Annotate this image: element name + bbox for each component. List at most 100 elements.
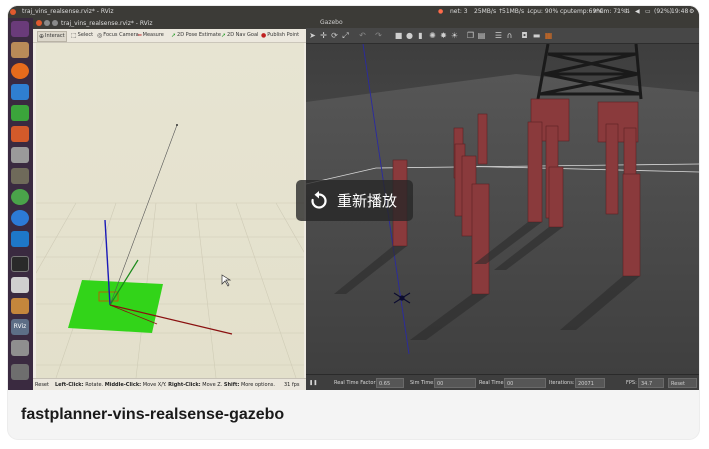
video-card[interactable]: traj_vins_realsense.rviz* - RViz ● net: … (8, 6, 699, 439)
copy-icon[interactable]: ❐ (466, 31, 475, 40)
wifi-icon[interactable]: ♡ (615, 6, 620, 18)
rviz-maximize-icon[interactable] (52, 20, 58, 26)
network-icon: ● (438, 8, 444, 15)
screenshot-icon[interactable]: ◘ (520, 31, 529, 40)
status-battery: (92%) (654, 8, 673, 15)
writer-icon[interactable] (11, 84, 29, 100)
tool-focus-camera[interactable]: ◎ Focus Camera (97, 31, 139, 40)
align-icon[interactable]: ☰ (494, 31, 503, 40)
rviz-close-icon[interactable] (36, 20, 42, 26)
ubuntu-logo-icon[interactable] (11, 21, 29, 37)
point-light-icon[interactable]: ✺ (428, 31, 437, 40)
keyboard-icon[interactable]: ⇅ (625, 6, 630, 18)
impress-icon[interactable] (11, 126, 29, 142)
rtf-label: Real Time Factor: (334, 380, 378, 386)
text-editor-icon[interactable] (11, 277, 29, 293)
calc-icon[interactable] (11, 105, 29, 121)
tool-measure[interactable]: ━ Measure (138, 31, 164, 40)
rotate-icon[interactable]: ⟳ (330, 31, 339, 40)
iterations-label: Iterations: (549, 380, 575, 386)
status-net: net: 3 (450, 8, 468, 15)
tool-select[interactable]: ⬚ Select (71, 31, 93, 40)
tool-interact[interactable]: ⊕ Interact (37, 31, 67, 42)
replay-icon (311, 190, 327, 209)
sphere-shape-icon[interactable]: ● (405, 31, 414, 40)
undo-icon[interactable]: ↶ (358, 31, 367, 40)
rviz-launcher-label: RViz (13, 323, 27, 330)
gazebo-status-bar: ❚❚ Real Time Factor: 0.65 Sim Time: 00 0… (306, 374, 699, 390)
rviz-toolbar: ⊕ Interact ⬚ Select ◎ Focus Camera ━ Measure… (33, 29, 306, 43)
battery-icon[interactable]: ▭ (645, 6, 651, 18)
real-time-label: Real Time: (479, 380, 506, 386)
rviz-reset-button[interactable]: Reset (35, 379, 49, 390)
power-icon[interactable]: ⚙ (689, 6, 694, 18)
paste-icon[interactable]: ▤ (477, 31, 486, 40)
publish-point-icon: ● (261, 32, 267, 39)
ubuntu-launcher: RViz (8, 18, 33, 390)
rviz-help-text: Left-Click: Rotate. Middle-Click: Move X… (55, 382, 275, 388)
gazebo-toolbar: ➤ ✛ ⟳ ⤢ ↶ ↷ ■ ● ▮ ✺ ✸ ☀ ❐ ▤ ☰ ∩ ◘ ▬ ▦ (306, 28, 699, 44)
spot-light-icon[interactable]: ✸ (439, 31, 448, 40)
reset-time-button[interactable]: Reset Time (668, 378, 697, 388)
tool-2d-pose-estimate[interactable]: ➚ 2D Pose Estimate (171, 31, 221, 40)
media-icon[interactable] (11, 210, 29, 226)
video-screenshot[interactable]: traj_vins_realsense.rviz* - RViz ● net: … (8, 6, 699, 390)
cylinder-shape-icon[interactable]: ▮ (416, 31, 425, 40)
nav-goal-icon: ➚ (221, 32, 227, 39)
tool-2d-nav-goal[interactable]: ➚ 2D Nav Goal (221, 31, 258, 40)
settings-icon[interactable] (11, 147, 29, 163)
pose-estimate-icon: ➚ (171, 32, 177, 39)
translate-icon[interactable]: ✛ (319, 31, 328, 40)
chromium-icon[interactable] (11, 189, 29, 205)
status-download: 51MB/s ↓ (502, 8, 532, 15)
snap-icon[interactable]: ∩ (505, 31, 514, 40)
log-icon[interactable]: ▬ (532, 31, 541, 40)
arrow-select-icon[interactable]: ➤ (308, 31, 317, 40)
rviz-3d-view[interactable] (36, 43, 304, 378)
gimp-icon[interactable] (11, 168, 29, 184)
pause-icon[interactable]: ❚❚ (309, 380, 317, 386)
trash-icon[interactable] (11, 364, 29, 380)
rviz-fps: 31 fps (284, 382, 300, 388)
rviz-status-bar: Reset Left-Click: Rotate. Middle-Click: … (33, 378, 306, 390)
window-title: traj_vins_realsense.rviz* - RViz (22, 8, 114, 15)
rtf-value: 0.65 (376, 378, 404, 388)
gazebo-title: Gazebo (320, 19, 343, 26)
box-shape-icon[interactable]: ■ (394, 31, 403, 40)
fps-label: FPS: (626, 380, 637, 386)
cd-drive-icon[interactable] (11, 340, 29, 356)
directional-light-icon[interactable]: ☀ (450, 31, 459, 40)
tool-publish-point[interactable]: ● Publish Point (261, 31, 299, 40)
iterations-value: 20071 (575, 378, 605, 388)
rviz-title: traj_vins_realsense.rviz* - RViz (61, 20, 153, 27)
record-icon[interactable]: ▦ (544, 31, 553, 40)
package-icon[interactable] (11, 298, 29, 314)
fps-value: 34.7 146 (638, 378, 664, 388)
ubuntu-top-panel: traj_vins_realsense.rviz* - RViz ● net: … (8, 6, 699, 18)
redo-icon[interactable]: ↷ (374, 31, 383, 40)
replay-button[interactable]: 重新播放 (296, 180, 413, 221)
volume-icon[interactable]: ◀ (635, 6, 640, 18)
sim-time-label: Sim Time: (410, 380, 435, 386)
real-time-value: 00 00:01:22.918 (504, 378, 546, 388)
scale-icon[interactable]: ⤢ (341, 31, 350, 40)
sim-time-value: 00 00:01:20.286 (434, 378, 476, 388)
rviz-titlebar: traj_vins_realsense.rviz* - RViz (33, 18, 306, 29)
status-clock[interactable]: 19:48 (671, 6, 688, 18)
measure-icon: ━ (138, 32, 142, 39)
rviz-window: traj_vins_realsense.rviz* - RViz ⊕ Intera… (33, 18, 306, 390)
status-upload: 25MB/s ↑ (474, 8, 504, 15)
video-caption[interactable]: fastplanner-vins-realsense-gazebo (21, 406, 284, 424)
rviz-icon[interactable]: RViz (11, 319, 29, 335)
focus-camera-icon: ◎ (97, 32, 103, 39)
files-icon[interactable] (11, 42, 29, 58)
close-icon[interactable] (10, 9, 16, 15)
rviz-minimize-icon[interactable] (44, 20, 50, 26)
vscode-icon[interactable] (11, 231, 29, 247)
status-cpu: cpu: 90% (530, 8, 559, 15)
replay-label: 重新播放 (337, 192, 398, 210)
interact-icon: ⊕ (39, 33, 45, 40)
firefox-icon[interactable] (11, 63, 29, 79)
gazebo-titlebar: Gazebo (306, 18, 699, 28)
terminal-icon[interactable] (11, 256, 29, 272)
